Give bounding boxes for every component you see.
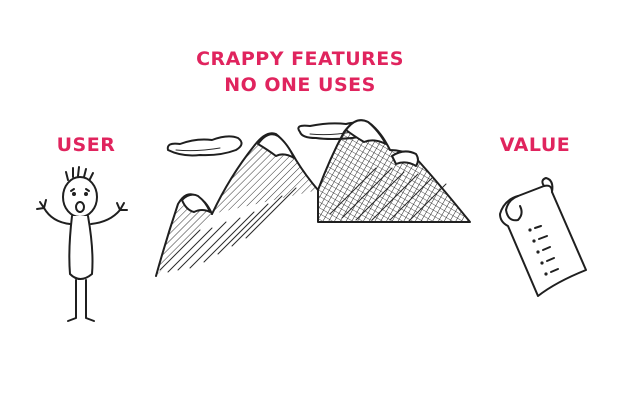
document-scroll-icon (499, 177, 587, 297)
sad-user-stick-figure-icon (36, 166, 128, 322)
diagram-illustration (36, 119, 587, 322)
